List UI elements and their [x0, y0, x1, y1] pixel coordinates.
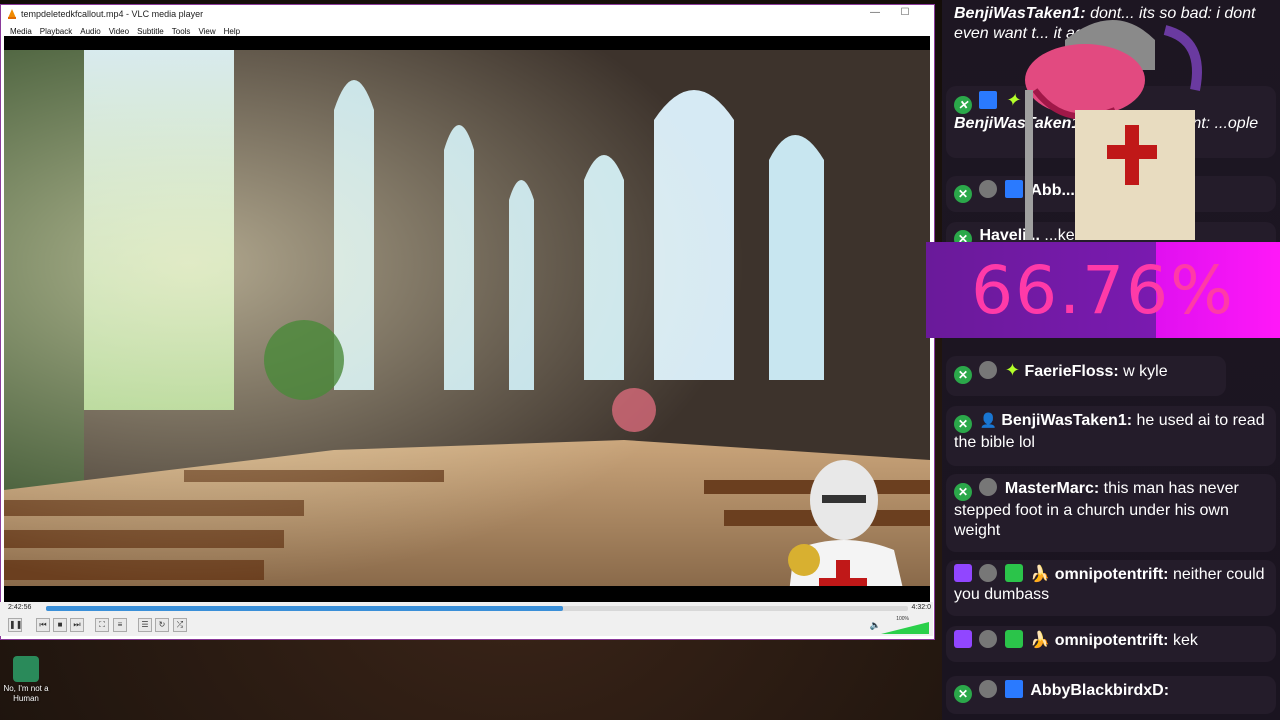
chat-username: BenjiWasTaken1:	[1001, 412, 1133, 429]
desktop-shortcut[interactable]: No, I'm not a Human	[2, 656, 50, 704]
window-title: tempdeletedkfcallout.mp4 - VLC media pla…	[21, 9, 204, 19]
pause-button[interactable]: ❚❚	[8, 618, 22, 632]
blue-badge-icon	[1004, 680, 1023, 698]
vlc-cone-icon	[8, 9, 16, 19]
fullscreen-button[interactable]: ⛶	[95, 618, 109, 632]
user-avatar-icon	[979, 361, 998, 379]
moderator-badge-icon: ✕	[954, 483, 972, 501]
chat-message: ✕ 👤 BenjiWasTaken1: he used ai to read t…	[946, 406, 1276, 466]
chat-username: AbbyBlackbirdxD:	[1030, 682, 1170, 699]
blue-badge-icon	[979, 91, 998, 109]
menu-audio[interactable]: Audio	[76, 27, 104, 36]
menu-tools[interactable]: Tools	[168, 27, 195, 36]
total-time: 4:32:0	[911, 604, 931, 611]
knight-avatar	[788, 460, 903, 586]
menu-playback[interactable]: Playback	[36, 27, 76, 36]
maximize-button[interactable]: ☐	[897, 7, 913, 18]
person-icon: 👤	[979, 412, 997, 428]
menu-help[interactable]: Help	[220, 27, 244, 36]
chat-username: omnipotentrift:	[1054, 566, 1169, 583]
banana-icon: 🍌	[1030, 632, 1051, 649]
moderator-badge-icon: ✕	[954, 96, 972, 114]
video-letterbox-bottom	[4, 586, 930, 602]
menu-media[interactable]: Media	[6, 27, 36, 36]
volume-slider[interactable]	[881, 622, 929, 634]
chat-text: w kyle	[1123, 363, 1168, 380]
banana-icon: 🍌	[1030, 566, 1051, 583]
user-avatar-icon	[979, 180, 998, 198]
user-avatar-icon	[979, 630, 998, 648]
menu-video[interactable]: Video	[105, 27, 133, 36]
chat-message: ✕ ✦ FaerieFloss: w kyle	[946, 356, 1226, 396]
chat-username: FaerieFloss:	[1024, 363, 1119, 380]
video-letterbox-top	[4, 36, 930, 50]
user-avatar-icon	[979, 680, 998, 698]
dolphin-knight-mascot	[1025, 20, 1202, 240]
moderator-badge-icon: ✕	[954, 366, 972, 384]
title-bar: tempdeletedkfcallout.mp4 - VLC media pla…	[1, 5, 934, 23]
moderator-badge-icon: ✕	[954, 415, 972, 433]
user-avatar-icon	[979, 478, 998, 496]
elapsed-time: 2:42:56	[8, 604, 32, 611]
moderator-badge-icon: ✕	[954, 685, 972, 703]
chat-message: ✕ MasterMarc: this man has never stepped…	[946, 474, 1276, 552]
shortcut-icon	[13, 656, 39, 682]
chat-username: omnipotentrift:	[1054, 632, 1169, 649]
loop-button[interactable]: ↻	[155, 618, 169, 632]
seek-progress	[46, 606, 564, 611]
seek-bar[interactable]	[46, 606, 908, 611]
sword-badge-icon	[1004, 564, 1023, 582]
menu-view[interactable]: View	[194, 27, 219, 36]
playlist-button[interactable]: ☰	[138, 618, 152, 632]
sword-badge-icon	[1004, 630, 1023, 648]
star-badge-icon: ✦	[1004, 360, 1020, 380]
chat-message: 🍌 omnipotentrift: neither could you dumb…	[946, 560, 1276, 616]
moderator-badge-icon: ✕	[954, 185, 972, 203]
percent-banner: 66.76%	[926, 242, 1280, 338]
next-button[interactable]: ⏭	[70, 618, 84, 632]
minimize-button[interactable]: —	[867, 7, 883, 18]
shortcut-label: No, I'm not a Human	[3, 684, 49, 703]
user-avatar-icon	[979, 564, 998, 582]
shuffle-button[interactable]: ⤮	[173, 618, 187, 632]
chat-message: ✕ AbbyBlackbirdxD:	[946, 676, 1276, 714]
chat-text: kek	[1172, 632, 1198, 649]
video-frame[interactable]	[4, 50, 930, 586]
chat-username: MasterMarc:	[1004, 480, 1100, 497]
player-controls: 2:42:56 4:32:0 ❚❚ ⏮ ■ ⏭ ⛶ ≡ ☰ ↻ ⤮ 🔈 100%	[0, 602, 933, 636]
speaker-icon[interactable]: 🔈	[870, 620, 881, 631]
extended-settings-button[interactable]: ≡	[113, 618, 127, 632]
previous-button[interactable]: ⏮	[36, 618, 50, 632]
percent-value: 66.76%	[971, 252, 1235, 329]
twitch-badge-icon	[954, 564, 972, 582]
stop-button[interactable]: ■	[53, 618, 67, 632]
chat-message: 🍌 omnipotentrift: kek	[946, 626, 1276, 662]
menu-subtitle[interactable]: Subtitle	[133, 27, 168, 36]
twitch-badge-icon	[954, 630, 972, 648]
